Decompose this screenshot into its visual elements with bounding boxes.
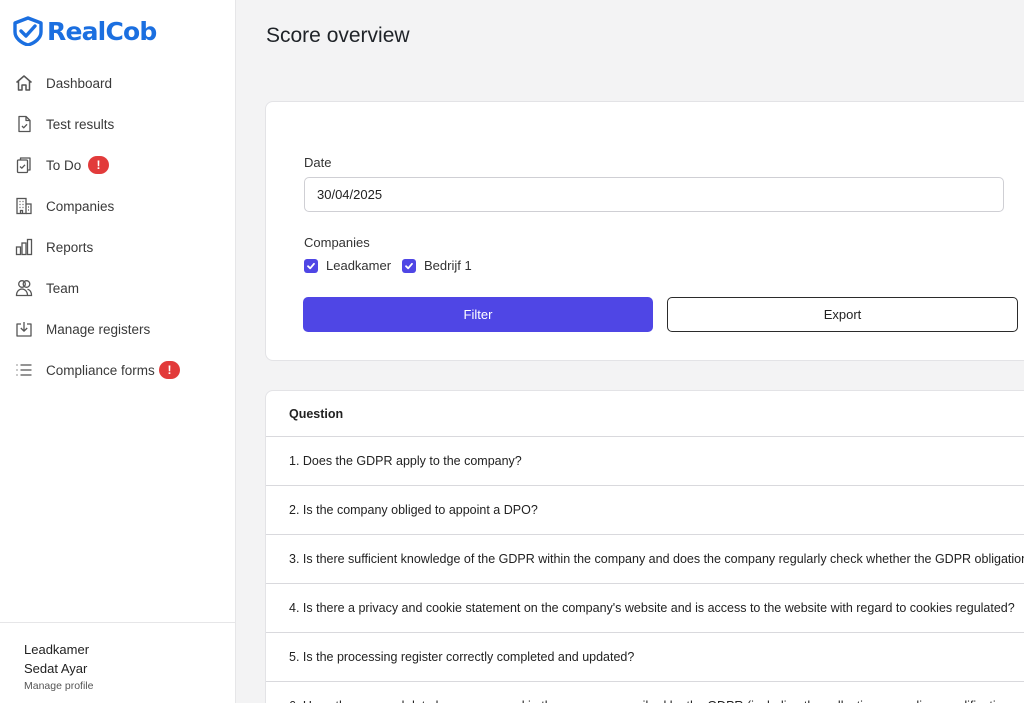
sidebar-item-label: Team: [46, 280, 80, 296]
list-icon: [14, 360, 34, 380]
user-profile: Leadkamer Sedat Ayar Manage profile: [0, 622, 236, 703]
download-tray-icon: [14, 319, 34, 339]
sidebar-item-reports[interactable]: Reports: [0, 228, 236, 266]
companies-label: Companies: [304, 235, 370, 250]
checkbox-checked-icon: [402, 258, 416, 273]
sidebar-item-label: Dashboard: [46, 75, 113, 91]
brand-name: RealCob: [47, 16, 157, 46]
table-row[interactable]: 4. Is there a privacy and cookie stateme…: [266, 584, 1024, 633]
file-check-icon: [14, 114, 34, 134]
sidebar-item-label: To Do: [46, 157, 82, 173]
todo-alert-badge: !: [88, 156, 109, 174]
filter-card: Date 30/04/2025 Companies Leadkamer Bedr…: [265, 101, 1024, 361]
clipboard-icon: [14, 155, 34, 175]
table-row[interactable]: 2. Is the company obliged to appoint a D…: [266, 486, 1024, 535]
sidebar-item-manage-registers[interactable]: Manage registers: [0, 310, 236, 348]
shield-logo-icon: [13, 16, 43, 46]
checkbox-checked-icon: [304, 258, 318, 273]
sidebar-item-label: Test results: [46, 116, 115, 132]
filter-button[interactable]: Filter: [303, 297, 653, 332]
sidebar-item-compliance-forms[interactable]: Compliance forms !: [0, 351, 236, 389]
table-row[interactable]: 6. Have the personal data been processed…: [266, 682, 1024, 703]
compliance-alert-badge: !: [159, 361, 180, 379]
bar-chart-icon: [14, 237, 34, 257]
date-label: Date: [304, 155, 332, 170]
brand-logo[interactable]: RealCob: [12, 16, 157, 46]
sidebar-item-test-results[interactable]: Test results: [0, 105, 236, 143]
checkbox-label: Leadkamer: [326, 258, 392, 273]
profile-company: Leadkamer: [24, 642, 90, 657]
table-row[interactable]: 1. Does the GDPR apply to the company?: [266, 437, 1024, 486]
users-icon: [14, 278, 34, 298]
sidebar-item-label: Manage registers: [46, 321, 151, 337]
export-button[interactable]: Export: [667, 297, 1018, 332]
sidebar-item-label: Companies: [46, 198, 115, 214]
home-icon: [14, 73, 34, 93]
sidebar-item-companies[interactable]: Companies: [0, 187, 236, 225]
sidebar-item-dashboard[interactable]: Dashboard: [0, 64, 236, 102]
profile-name: Sedat Ayar: [24, 661, 88, 676]
checkbox-label: Bedrijf 1: [424, 258, 472, 273]
manage-profile-link[interactable]: Manage profile: [24, 680, 236, 692]
sidebar-item-label: Reports: [46, 239, 94, 255]
table-row[interactable]: 5. Is the processing register correctly …: [266, 633, 1024, 682]
date-input[interactable]: 30/04/2025: [304, 177, 1004, 212]
table-row[interactable]: 3. Is there sufficient knowledge of the …: [266, 535, 1024, 584]
questions-table: Question 1. Does the GDPR apply to the c…: [265, 390, 1024, 703]
company-checkbox-leadkamer[interactable]: Leadkamer: [304, 258, 391, 273]
sidebar-item-label: Compliance forms: [46, 362, 155, 378]
company-checkbox-bedrijf-1[interactable]: Bedrijf 1: [402, 258, 472, 273]
building-icon: [14, 196, 34, 216]
sidebar-item-team[interactable]: Team: [0, 269, 236, 307]
table-header-question: Question: [266, 391, 1024, 437]
sidebar-item-to-do[interactable]: To Do !: [0, 146, 236, 184]
page-title: Score overview: [266, 24, 410, 47]
sidebar: RealCob Dashboard Test results To Do ! C…: [0, 0, 236, 703]
